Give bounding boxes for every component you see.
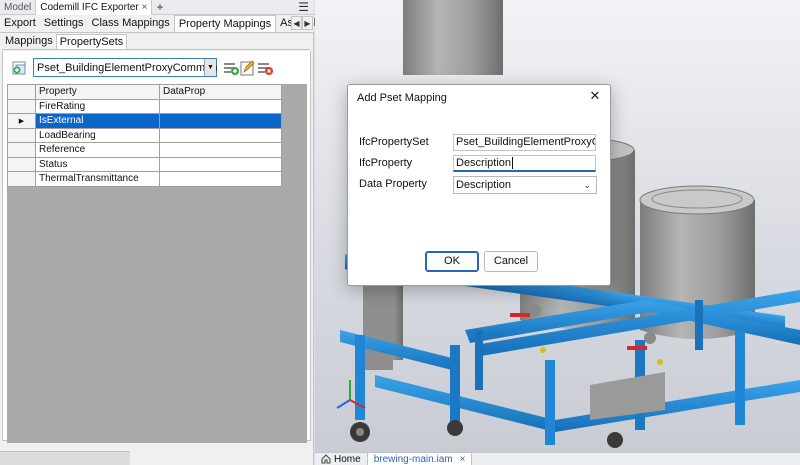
- property-grid: Property DataProp FireRating ▶ IsExternal L…: [7, 84, 307, 443]
- property-cell[interactable]: ThermalTransmittance: [35, 171, 160, 187]
- dataprop-cell[interactable]: [159, 142, 282, 158]
- table-row[interactable]: Status: [7, 156, 282, 172]
- table-row[interactable]: Reference: [7, 142, 282, 158]
- dataprop-cell[interactable]: [159, 171, 282, 187]
- edit-property-icon[interactable]: [239, 59, 257, 77]
- tab-home-label: Home: [334, 453, 361, 465]
- column-header-dataprop[interactable]: DataProp: [159, 84, 282, 100]
- text-caret: [512, 157, 514, 170]
- pset-toolbar: [10, 57, 28, 79]
- data-property-value: Description: [456, 179, 512, 191]
- add-property-icon[interactable]: [222, 59, 240, 77]
- dialog-title: Add Pset Mapping: [357, 92, 447, 104]
- tab-mappings[interactable]: Mappings: [2, 34, 56, 49]
- dataprop-cell[interactable]: [159, 113, 282, 129]
- ifc-property-set-label: IfcPropertySet: [359, 136, 429, 148]
- horizontal-scrollbar[interactable]: [0, 451, 130, 465]
- table-row[interactable]: ThermalTransmittance: [7, 171, 282, 187]
- tab-brewing-main[interactable]: brewing-main.iam ×: [366, 452, 473, 465]
- row-header[interactable]: [7, 127, 36, 143]
- pset-dropdown-value: Pset_BuildingElementProxyCommon: [37, 61, 218, 74]
- ifc-property-field[interactable]: Description: [453, 155, 596, 172]
- current-row-indicator-icon[interactable]: ▶: [7, 113, 36, 129]
- ifc-property-set-field[interactable]: Pset_BuildingElementProxyCommo: [453, 134, 596, 151]
- sub-tab-strip: Mappings PropertySets: [2, 34, 310, 50]
- dataprop-cell[interactable]: [159, 127, 282, 143]
- tab-home[interactable]: Home: [315, 453, 367, 465]
- row-header-corner: [7, 84, 36, 100]
- tab-export[interactable]: Export: [0, 15, 40, 32]
- ifc-property-value: Description: [456, 157, 512, 169]
- tab-settings[interactable]: Settings: [40, 15, 88, 32]
- data-property-select[interactable]: Description ⌄: [453, 176, 597, 194]
- data-property-label: Data Property: [359, 178, 427, 190]
- tab-codemill-label: Codemill IFC Exporter: [40, 1, 139, 13]
- dataprop-cell[interactable]: [159, 98, 282, 114]
- tab-property-mappings[interactable]: Property Mappings: [173, 15, 277, 32]
- cancel-button[interactable]: Cancel: [484, 251, 538, 272]
- pset-dropdown[interactable]: Pset_BuildingElementProxyCommon ▼: [33, 58, 217, 77]
- column-header-property[interactable]: Property: [35, 84, 160, 100]
- document-tab-bar: Home brewing-main.iam ×: [315, 452, 800, 465]
- add-pset-mapping-dialog: Add Pset Mapping ✕ IfcPropertySet Pset_B…: [347, 84, 611, 286]
- property-cell[interactable]: IsExternal: [35, 113, 160, 129]
- row-header[interactable]: [7, 98, 36, 114]
- menu-icon[interactable]: ☰: [298, 0, 314, 14]
- new-pset-icon[interactable]: [10, 59, 28, 77]
- ok-button[interactable]: OK: [425, 251, 479, 272]
- ifc-property-label: IfcProperty: [359, 157, 413, 169]
- property-table: Property DataProp FireRating ▶ IsExternal L…: [7, 84, 282, 187]
- close-icon[interactable]: ✕: [587, 88, 603, 104]
- tab-brewing-main-label: brewing-main.iam: [373, 453, 453, 465]
- grid-header-row: Property DataProp: [7, 84, 282, 100]
- close-icon[interactable]: ×: [142, 2, 148, 13]
- chevron-down-icon[interactable]: ⌄: [583, 177, 591, 193]
- property-cell[interactable]: Reference: [35, 142, 160, 158]
- dropdown-arrow-icon[interactable]: ▼: [204, 59, 216, 76]
- dataprop-cell[interactable]: [159, 156, 282, 172]
- add-tab-icon[interactable]: +: [152, 0, 167, 14]
- property-cell[interactable]: Status: [35, 156, 160, 172]
- row-header[interactable]: [7, 171, 36, 187]
- property-cell[interactable]: FireRating: [35, 98, 160, 114]
- main-tab-strip: Export Settings Class Mappings Property …: [0, 15, 345, 33]
- tab-scroll-left-icon[interactable]: ◀: [291, 16, 302, 30]
- remove-property-icon[interactable]: [256, 59, 274, 77]
- property-cell[interactable]: LoadBearing: [35, 127, 160, 143]
- table-row[interactable]: ▶ IsExternal: [7, 113, 282, 129]
- tab-scroll-right-icon[interactable]: ▶: [302, 16, 313, 30]
- panel-title-strip: Model Codemill IFC Exporter × + ☰: [0, 0, 314, 15]
- row-header[interactable]: [7, 142, 36, 158]
- tab-propertysets[interactable]: PropertySets: [55, 34, 128, 49]
- home-icon: [321, 454, 331, 464]
- row-header[interactable]: [7, 156, 36, 172]
- ifc-exporter-panel: Model Codemill IFC Exporter × + ☰ Export …: [0, 0, 345, 465]
- tab-class-mappings[interactable]: Class Mappings: [88, 15, 174, 32]
- close-document-icon[interactable]: ×: [460, 453, 466, 465]
- grid-body: FireRating ▶ IsExternal LoadBearing Referenc…: [7, 98, 282, 187]
- table-row[interactable]: LoadBearing: [7, 127, 282, 143]
- tab-codemill-ifc-exporter[interactable]: Codemill IFC Exporter ×: [35, 0, 153, 15]
- tab-model[interactable]: Model: [0, 0, 35, 15]
- table-row[interactable]: FireRating: [7, 98, 282, 114]
